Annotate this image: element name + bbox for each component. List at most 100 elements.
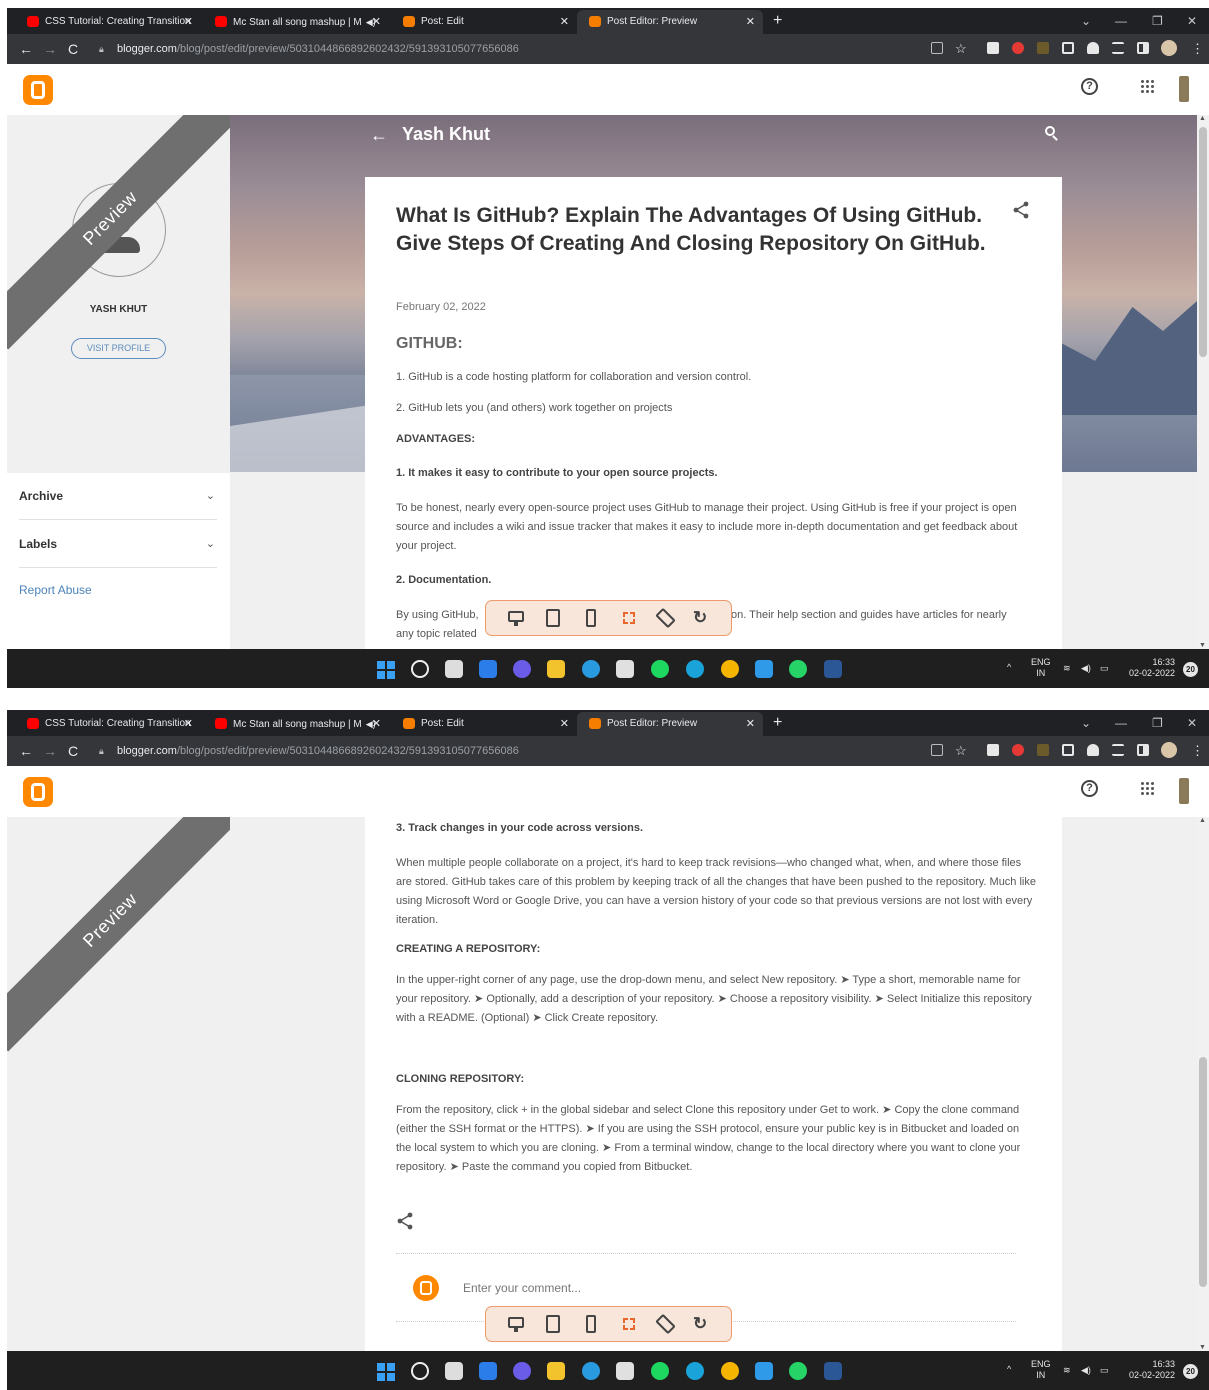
labels-toggle[interactable]: Labels ⌄ [19, 520, 217, 568]
scroll-up-icon[interactable]: ▲ [1199, 115, 1206, 122]
blogger-logo-icon[interactable] [23, 75, 53, 105]
post-date[interactable]: February 02, 2022 [396, 301, 486, 313]
scroll-up-icon[interactable]: ▲ [1199, 817, 1206, 824]
lock-icon[interactable]: 🔒︎ [99, 740, 104, 762]
tab-search-icon[interactable]: ⌄ [1081, 10, 1091, 32]
scroll-down-icon[interactable]: ▼ [1199, 1344, 1206, 1351]
comment-box[interactable]: Enter your comment... [396, 1275, 1016, 1305]
tab-close-icon[interactable]: ✕ [184, 712, 193, 736]
comment-input[interactable]: Enter your comment... [463, 1281, 581, 1295]
browser-tab-post-preview[interactable]: Post Editor: Preview ✕ [577, 712, 763, 736]
profile-avatar-icon[interactable] [1161, 742, 1177, 758]
menu-kebab-icon[interactable]: ⋮ [1191, 38, 1204, 60]
chevron-up-icon[interactable]: ^ [1007, 1364, 1011, 1375]
close-window-icon[interactable]: ✕ [1187, 712, 1197, 734]
apps-grid-icon[interactable] [1141, 782, 1155, 796]
whatsapp-icon[interactable] [789, 660, 807, 678]
browser-tab-mc-stan[interactable]: Mc Stan all song mashup | M ◀) ✕ [203, 10, 389, 34]
windows-start-icon[interactable] [377, 661, 395, 679]
widgets-icon[interactable] [479, 660, 497, 678]
wifi-icon[interactable]: ≋ [1063, 1365, 1071, 1376]
report-abuse-link[interactable]: Report Abuse [19, 583, 92, 597]
reading-list-icon[interactable] [1112, 744, 1124, 756]
tablet-icon[interactable] [544, 609, 562, 627]
address-bar[interactable]: 🔒︎ blogger.com/blog/post/edit/preview/50… [93, 38, 993, 60]
file-explorer-icon[interactable] [547, 1362, 565, 1380]
teams-chat-icon[interactable] [513, 660, 531, 678]
browser-tab-mc-stan[interactable]: Mc Stan all song mashup | M ◀) ✕ [203, 712, 389, 736]
vscode-icon[interactable] [755, 1362, 773, 1380]
blogger-logo-icon[interactable] [23, 777, 53, 807]
maximize-icon[interactable]: ❐ [1152, 10, 1163, 32]
minimize-icon[interactable]: — [1115, 712, 1127, 734]
phone-icon[interactable] [582, 1315, 600, 1333]
new-tab-icon[interactable]: + [773, 712, 782, 734]
store-icon[interactable] [616, 1362, 634, 1380]
share-icon[interactable] [1013, 201, 1029, 219]
archive-toggle[interactable]: Archive ⌄ [19, 472, 217, 520]
back-arrow-icon[interactable]: ← [370, 125, 388, 146]
new-tab-icon[interactable]: + [773, 10, 782, 32]
search-icon[interactable] [411, 1362, 429, 1380]
battery-icon[interactable]: ▭ [1100, 1365, 1109, 1376]
tab-close-icon[interactable]: ✕ [746, 10, 755, 34]
desktop-icon[interactable] [507, 1315, 525, 1333]
search-icon[interactable] [411, 660, 429, 678]
tab-search-icon[interactable]: ⌄ [1081, 712, 1091, 734]
teams-chat-icon[interactable] [513, 1362, 531, 1380]
puzzle-icon[interactable] [1087, 744, 1099, 756]
rotate-icon[interactable] [655, 1313, 676, 1335]
minimize-icon[interactable]: — [1115, 10, 1127, 32]
language-indicator[interactable]: ENG IN [1031, 657, 1051, 679]
widgets-icon[interactable] [479, 1362, 497, 1380]
help-icon[interactable]: ? [1081, 780, 1098, 797]
bookmark-star-icon[interactable]: ☆ [955, 740, 967, 762]
wifi-icon[interactable]: ≋ [1063, 663, 1071, 674]
account-avatar[interactable] [1179, 778, 1189, 804]
browser-tab-css-tutorial[interactable]: CSS Tutorial: Creating Transition ✕ [15, 10, 201, 34]
browser-tab-post-edit[interactable]: Post: Edit ✕ [391, 712, 577, 736]
extension-icon[interactable] [987, 744, 999, 756]
browser-tab-post-edit[interactable]: Post: Edit ✕ [391, 10, 577, 34]
refresh-icon[interactable]: ↻ [693, 1315, 711, 1333]
task-view-icon[interactable] [445, 660, 463, 678]
side-panel-icon[interactable] [1137, 744, 1149, 756]
share-page-icon[interactable] [931, 744, 943, 756]
address-bar[interactable]: 🔒︎ blogger.com/blog/post/edit/preview/50… [93, 740, 993, 762]
reading-list-icon[interactable] [1112, 42, 1124, 54]
extension-icon[interactable] [1037, 42, 1049, 54]
volume-icon[interactable]: ◀) [1081, 1365, 1091, 1376]
vscode-icon[interactable] [755, 660, 773, 678]
notification-badge[interactable]: 20 [1183, 1364, 1198, 1379]
extension-icon[interactable] [1037, 744, 1049, 756]
edge-icon[interactable] [686, 660, 704, 678]
forward-icon[interactable]: → [43, 740, 57, 762]
tab-close-icon[interactable]: ✕ [746, 712, 755, 736]
profile-avatar-icon[interactable] [1161, 40, 1177, 56]
account-avatar[interactable] [1179, 76, 1189, 102]
chrome-icon[interactable] [721, 660, 739, 678]
scroll-down-icon[interactable]: ▼ [1199, 642, 1206, 649]
puzzle-icon[interactable] [1087, 42, 1099, 54]
reload-icon[interactable]: C [68, 740, 78, 762]
visit-profile-button[interactable]: VISIT PROFILE [71, 338, 166, 359]
task-view-icon[interactable] [445, 1362, 463, 1380]
language-indicator[interactable]: ENG IN [1031, 1359, 1051, 1381]
share-icon[interactable] [397, 1212, 413, 1230]
extension-icon[interactable] [1062, 42, 1074, 54]
phone-icon[interactable] [582, 609, 600, 627]
browser-tab-css-tutorial[interactable]: CSS Tutorial: Creating Transition ✕ [15, 712, 201, 736]
bookmark-star-icon[interactable]: ☆ [955, 38, 967, 60]
volume-icon[interactable]: ◀) [1081, 663, 1091, 674]
share-page-icon[interactable] [931, 42, 943, 54]
extension-icon[interactable] [1012, 42, 1024, 54]
chevron-up-icon[interactable]: ^ [1007, 662, 1011, 673]
search-icon[interactable] [1045, 126, 1059, 141]
battery-icon[interactable]: ▭ [1100, 663, 1109, 674]
extension-icon[interactable] [1012, 744, 1024, 756]
forward-icon[interactable]: → [43, 38, 57, 60]
page-scrollbar[interactable]: ▲ ▼ [1197, 115, 1209, 649]
telegram-icon[interactable] [582, 1362, 600, 1380]
blog-title[interactable]: Yash Khut [402, 124, 490, 145]
refresh-icon[interactable]: ↻ [693, 609, 711, 627]
